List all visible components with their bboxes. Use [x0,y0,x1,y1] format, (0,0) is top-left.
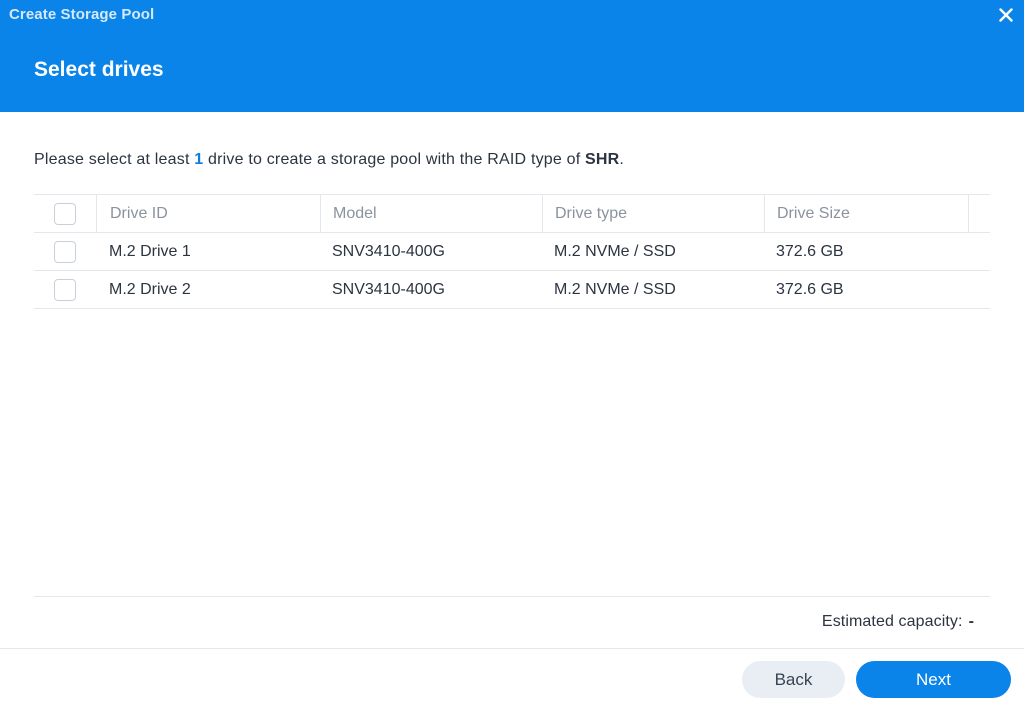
row-checkbox[interactable] [54,240,76,263]
row-check-cell [34,233,96,270]
drive-size-cell: 372.6 GB [776,242,844,260]
dialog-header: Create Storage Pool Select drives [0,0,1024,112]
column-header-drive-id[interactable]: Drive ID [96,195,320,232]
drive-type-cell: M.2 NVMe / SSD [554,280,676,298]
table-row[interactable]: M.2 Drive 2 SNV3410-400G M.2 NVMe / SSD … [34,271,990,309]
drive-size-cell: 372.6 GB [776,280,844,298]
back-button[interactable]: Back [742,661,845,698]
next-button[interactable]: Next [856,661,1011,698]
row-checkbox[interactable] [54,278,76,301]
estimated-capacity: Estimated capacity: - [822,613,974,631]
instruction-text: Please select at least 1 drive to create… [34,151,624,169]
column-header-filler [968,195,990,232]
close-button[interactable] [994,4,1018,26]
row-check-cell [34,271,96,308]
column-header-drive-type[interactable]: Drive type [542,195,764,232]
capacity-label: Estimated capacity: [821,613,963,630]
step-title: Select drives [34,58,164,81]
table-header: Drive ID Model Drive type Drive Size [34,194,990,233]
column-header-model[interactable]: Model [320,195,542,232]
select-all-checkbox[interactable] [54,202,76,225]
model-cell: SNV3410-400G [332,280,445,298]
footer-divider [0,648,1024,649]
drive-table: Drive ID Model Drive type Drive Size M.2… [34,194,990,309]
drive-id-cell: M.2 Drive 1 [109,242,191,260]
capacity-divider [34,596,990,597]
column-header-drive-size[interactable]: Drive Size [764,195,968,232]
close-icon [999,8,1013,22]
capacity-value: - [968,613,974,630]
window-title: Create Storage Pool [9,6,155,23]
min-drive-count: 1 [194,151,204,168]
instruction-suffix: . [619,151,625,168]
drive-id-cell: M.2 Drive 2 [109,280,191,298]
instruction-prefix: Please select at least [34,151,195,168]
raid-type: SHR [585,151,620,168]
drive-type-cell: M.2 NVMe / SSD [554,242,676,260]
model-cell: SNV3410-400G [332,242,445,260]
table-row[interactable]: M.2 Drive 1 SNV3410-400G M.2 NVMe / SSD … [34,233,990,271]
select-all-cell [34,195,96,232]
instruction-middle: drive to create a storage pool with the … [203,151,586,168]
